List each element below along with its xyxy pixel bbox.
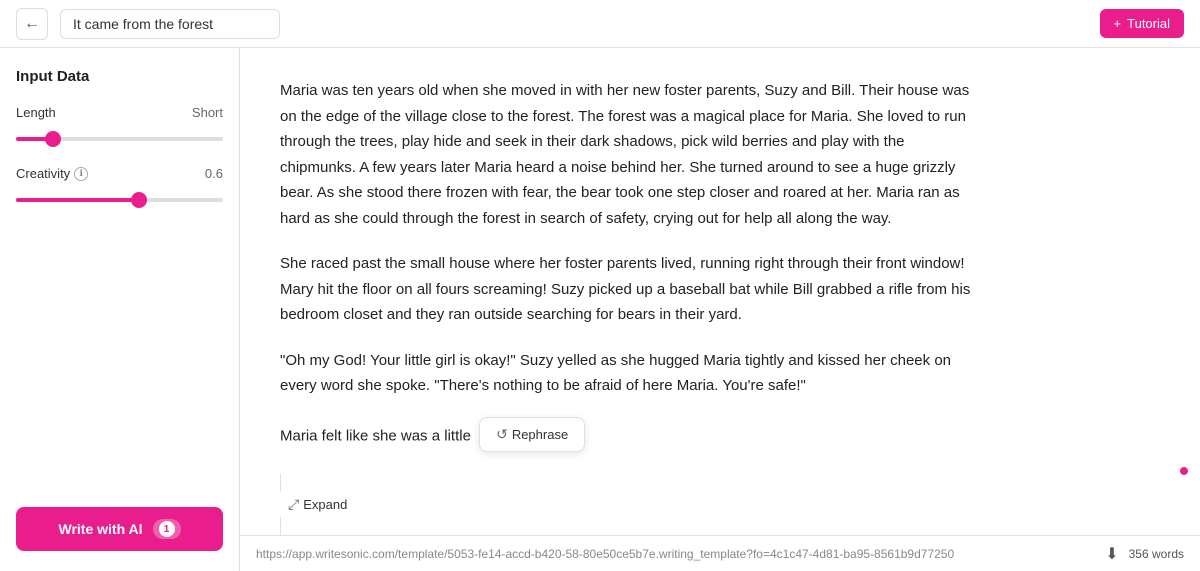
paragraph-1: Maria was ten years old when she moved i… xyxy=(280,78,980,231)
sidebar-spacer xyxy=(16,227,223,507)
length-slider[interactable] xyxy=(16,137,223,141)
write-ai-label: Write with Al xyxy=(59,521,143,537)
bottom-bar: https://app.writesonic.com/template/5053… xyxy=(240,535,1200,571)
paragraph-3: "Oh my God! Your little girl is okay!" S… xyxy=(280,348,980,399)
main-layout: Input Data Length Short Creativity ℹ 0.6… xyxy=(0,48,1200,571)
back-icon: ← xyxy=(24,15,40,33)
length-control-row: Length Short xyxy=(16,105,223,120)
toggle-count: 1 xyxy=(159,521,175,537)
rephrase-button[interactable]: ↺ Rephrase xyxy=(488,422,576,447)
tutorial-button[interactable]: + Tutorial xyxy=(1100,9,1184,38)
toggle-badge: 1 xyxy=(153,519,181,539)
creativity-control-row: Creativity ℹ 0.6 xyxy=(16,166,223,181)
bottom-right: ⬇ 356 words xyxy=(1105,544,1184,564)
paragraph-4-before: Maria felt like she was a little xyxy=(280,427,475,444)
toolbar-separator-1 xyxy=(280,474,281,492)
expand-icon: ⤢ xyxy=(288,496,299,513)
sidebar-title: Input Data xyxy=(16,68,223,85)
tutorial-label: Tutorial xyxy=(1127,16,1170,31)
red-dot xyxy=(1180,467,1188,475)
editor-scroll[interactable]: Maria was ten years old when she moved i… xyxy=(240,48,1200,535)
top-bar: ← + Tutorial xyxy=(0,0,1200,48)
length-label: Length xyxy=(16,105,56,120)
rephrase-icon: ↺ xyxy=(496,426,508,443)
info-icon[interactable]: ℹ xyxy=(74,167,88,181)
expand-button[interactable]: ⤢ Expand xyxy=(280,492,355,517)
word-count: 356 words xyxy=(1129,547,1184,561)
download-icon[interactable]: ⬇ xyxy=(1105,544,1118,564)
length-slider-container xyxy=(16,128,223,146)
bottom-url: https://app.writesonic.com/template/5053… xyxy=(256,547,1097,561)
back-button[interactable]: ← xyxy=(16,8,48,40)
sidebar: Input Data Length Short Creativity ℹ 0.6… xyxy=(0,48,240,571)
creativity-slider-container xyxy=(16,189,223,207)
inline-toolbar: ↺ Rephrase xyxy=(479,417,585,452)
length-value: Short xyxy=(192,105,223,120)
write-ai-button[interactable]: Write with Al 1 xyxy=(16,507,223,551)
paragraph-2: She raced past the small house where her… xyxy=(280,251,980,328)
paragraph-4: Maria felt like she was a little ↺ Rephr… xyxy=(280,419,980,454)
expand-label: Expand xyxy=(303,497,347,512)
rephrase-label: Rephrase xyxy=(512,427,568,442)
toolbar-separator-2 xyxy=(280,517,281,535)
title-input[interactable] xyxy=(60,9,280,39)
plus-icon: + xyxy=(1114,16,1122,31)
editor-area: Maria was ten years old when she moved i… xyxy=(240,48,1200,571)
creativity-label: Creativity xyxy=(16,166,70,181)
creativity-slider[interactable] xyxy=(16,198,223,202)
shorten-button[interactable]: ⤡ Shorten xyxy=(280,535,357,536)
creativity-info: Creativity ℹ xyxy=(16,166,88,181)
creativity-value: 0.6 xyxy=(205,166,223,181)
editor-text: Maria was ten years old when she moved i… xyxy=(280,78,980,535)
top-bar-right: + Tutorial xyxy=(1100,9,1184,38)
